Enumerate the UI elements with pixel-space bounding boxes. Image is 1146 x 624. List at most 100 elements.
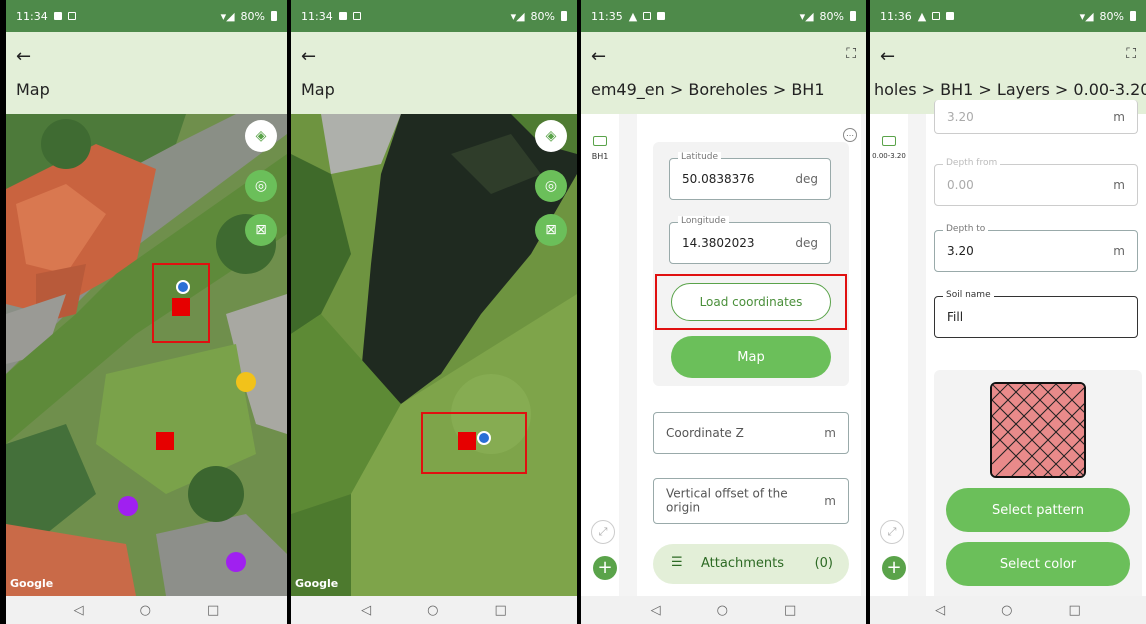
- soil-name-value: Fill: [947, 310, 964, 324]
- breadcrumb: holes > BH1 > Layers > 0.00-3.20: [874, 80, 1146, 99]
- map-icon[interactable]: ⛶: [846, 46, 856, 62]
- folder-icon[interactable]: [593, 136, 607, 146]
- purple-marker[interactable]: [226, 552, 246, 572]
- top-value: 3.20: [947, 109, 974, 124]
- nav-back-icon[interactable]: ◁: [935, 603, 945, 618]
- longitude-value: 14.3802023: [682, 236, 755, 250]
- expand-icon[interactable]: ⤢: [880, 520, 904, 544]
- folder-icon[interactable]: [882, 136, 896, 146]
- notification-icon: [53, 12, 62, 20]
- map-button[interactable]: Map: [671, 336, 831, 378]
- longitude-label: Longitude: [678, 216, 729, 226]
- nav-home-icon[interactable]: ○: [1001, 603, 1012, 618]
- select-color-button[interactable]: Select color: [946, 542, 1130, 586]
- status-time: 11:34: [301, 9, 333, 23]
- borehole-marker[interactable]: [172, 298, 190, 316]
- layers-button[interactable]: ◈: [245, 120, 277, 152]
- depth-to-label: Depth to: [943, 224, 989, 234]
- top-unit: m: [1113, 109, 1125, 124]
- borehole-marker[interactable]: [156, 432, 174, 450]
- battery-icon: [850, 11, 856, 21]
- nav-recents-icon[interactable]: □: [1069, 603, 1081, 618]
- nav-recents-icon[interactable]: □: [207, 603, 219, 618]
- app-bar: ← Map: [6, 32, 287, 114]
- latitude-value: 50.0838376: [682, 172, 755, 186]
- sidebar-item-layer[interactable]: 0.00-3.20: [871, 152, 907, 160]
- form-card: ⋯ Latitude 50.0838376 deg Longitude 14.3…: [637, 114, 861, 596]
- satellite-map[interactable]: ◈ ◎ ⊠ Google: [291, 114, 577, 596]
- status-bar: 11:34 ▾◢ 80%: [291, 0, 577, 32]
- battery-level: 80%: [530, 9, 555, 23]
- depth-from-label: Depth from: [943, 158, 1001, 168]
- current-location-dot: [176, 280, 190, 294]
- nav-recents-icon[interactable]: □: [784, 603, 796, 618]
- warning-icon: ▲: [628, 9, 638, 23]
- nav-back-icon[interactable]: ◁: [74, 603, 84, 618]
- longitude-field[interactable]: Longitude 14.3802023 deg: [669, 216, 831, 264]
- top-field[interactable]: 3.20 m: [934, 100, 1138, 134]
- notification-icon: [67, 12, 76, 20]
- notification-icon: [932, 12, 941, 20]
- coordinate-z-label: Coordinate Z: [666, 426, 744, 440]
- vertical-offset-unit: m: [824, 494, 836, 508]
- fit-bounds-button[interactable]: ⊠: [535, 214, 567, 246]
- nav-home-icon[interactable]: ○: [427, 603, 438, 618]
- sidebar-item-bh1[interactable]: BH1: [585, 152, 615, 161]
- add-button[interactable]: +: [593, 556, 617, 580]
- select-pattern-button[interactable]: Select pattern: [946, 488, 1130, 532]
- back-arrow-icon[interactable]: ←: [16, 46, 31, 67]
- nav-back-icon[interactable]: ◁: [361, 603, 371, 618]
- map-screen-1: 11:34 ▾◢ 80% ← Map ◈ ◎ ⊠ Google ◁ ○ □: [6, 0, 287, 624]
- signal-icon: ▾◢: [1079, 9, 1094, 23]
- notification-icon: [946, 12, 955, 20]
- load-coordinates-button[interactable]: Load coordinates: [671, 283, 831, 321]
- nav-home-icon[interactable]: ○: [140, 603, 151, 618]
- location-target-icon: ◎: [544, 178, 558, 194]
- longitude-unit: deg: [795, 236, 818, 250]
- hatch-pattern: [992, 384, 1084, 476]
- soil-pattern-preview: [990, 382, 1086, 478]
- breadcrumb: em49_en > Boreholes > BH1: [591, 80, 825, 99]
- expand-icon[interactable]: ⤢: [591, 520, 615, 544]
- satellite-map[interactable]: ◈ ◎ ⊠ Google: [6, 114, 287, 596]
- borehole-screen: 11:35 ▲ ▾◢ 80% ← ⛶ em49_en > Boreholes > B…: [581, 0, 866, 624]
- soil-name-field[interactable]: Soil name Fill: [934, 290, 1138, 338]
- coordinate-z-unit: m: [824, 426, 836, 440]
- map-icon[interactable]: ⛶: [1126, 46, 1136, 62]
- warning-icon: ▲: [917, 9, 927, 23]
- back-arrow-icon[interactable]: ←: [301, 46, 316, 67]
- yellow-marker[interactable]: [236, 372, 256, 392]
- locate-button[interactable]: ◎: [245, 170, 277, 202]
- attachments-button[interactable]: ☰ Attachments (0): [653, 544, 849, 584]
- nav-home-icon[interactable]: ○: [717, 603, 728, 618]
- latitude-field[interactable]: Latitude 50.0838376 deg: [669, 152, 831, 200]
- depth-from-value: 0.00: [947, 178, 974, 192]
- map-attribution: Google: [10, 577, 54, 590]
- status-bar: 11:35 ▲ ▾◢ 80%: [581, 0, 866, 32]
- locate-button[interactable]: ◎: [535, 170, 567, 202]
- pattern-panel: Select pattern Select color: [934, 370, 1142, 596]
- app-bar: ← ⛶ em49_en > Boreholes > BH1: [581, 32, 866, 114]
- attachments-label: Attachments: [701, 556, 784, 571]
- back-arrow-icon[interactable]: ←: [591, 46, 606, 67]
- nav-recents-icon[interactable]: □: [495, 603, 507, 618]
- more-options-icon[interactable]: ⋯: [843, 128, 857, 142]
- purple-marker[interactable]: [118, 496, 138, 516]
- borehole-marker[interactable]: [458, 432, 476, 450]
- location-target-icon: ◎: [254, 178, 268, 194]
- fit-bounds-button[interactable]: ⊠: [245, 214, 277, 246]
- vertical-offset-field[interactable]: Vertical offset of the origin m: [653, 478, 849, 524]
- tree-sidebar: BH1 ⤢ +: [581, 114, 619, 596]
- layers-button[interactable]: ◈: [535, 120, 567, 152]
- depth-from-field[interactable]: Depth from 0.00 m: [934, 158, 1138, 206]
- system-nav-bar: ◁ ○ □: [581, 596, 866, 624]
- depth-to-field[interactable]: Depth to 3.20 m: [934, 224, 1138, 272]
- add-button[interactable]: +: [882, 556, 906, 580]
- fit-bounds-icon: ⊠: [545, 222, 557, 238]
- status-bar: 11:34 ▾◢ 80%: [6, 0, 287, 32]
- back-arrow-icon[interactable]: ←: [880, 46, 895, 67]
- nav-back-icon[interactable]: ◁: [651, 603, 661, 618]
- coordinate-z-field[interactable]: Coordinate Z m: [653, 412, 849, 454]
- map-attribution: Google: [295, 577, 339, 590]
- page-title: Map: [16, 80, 50, 99]
